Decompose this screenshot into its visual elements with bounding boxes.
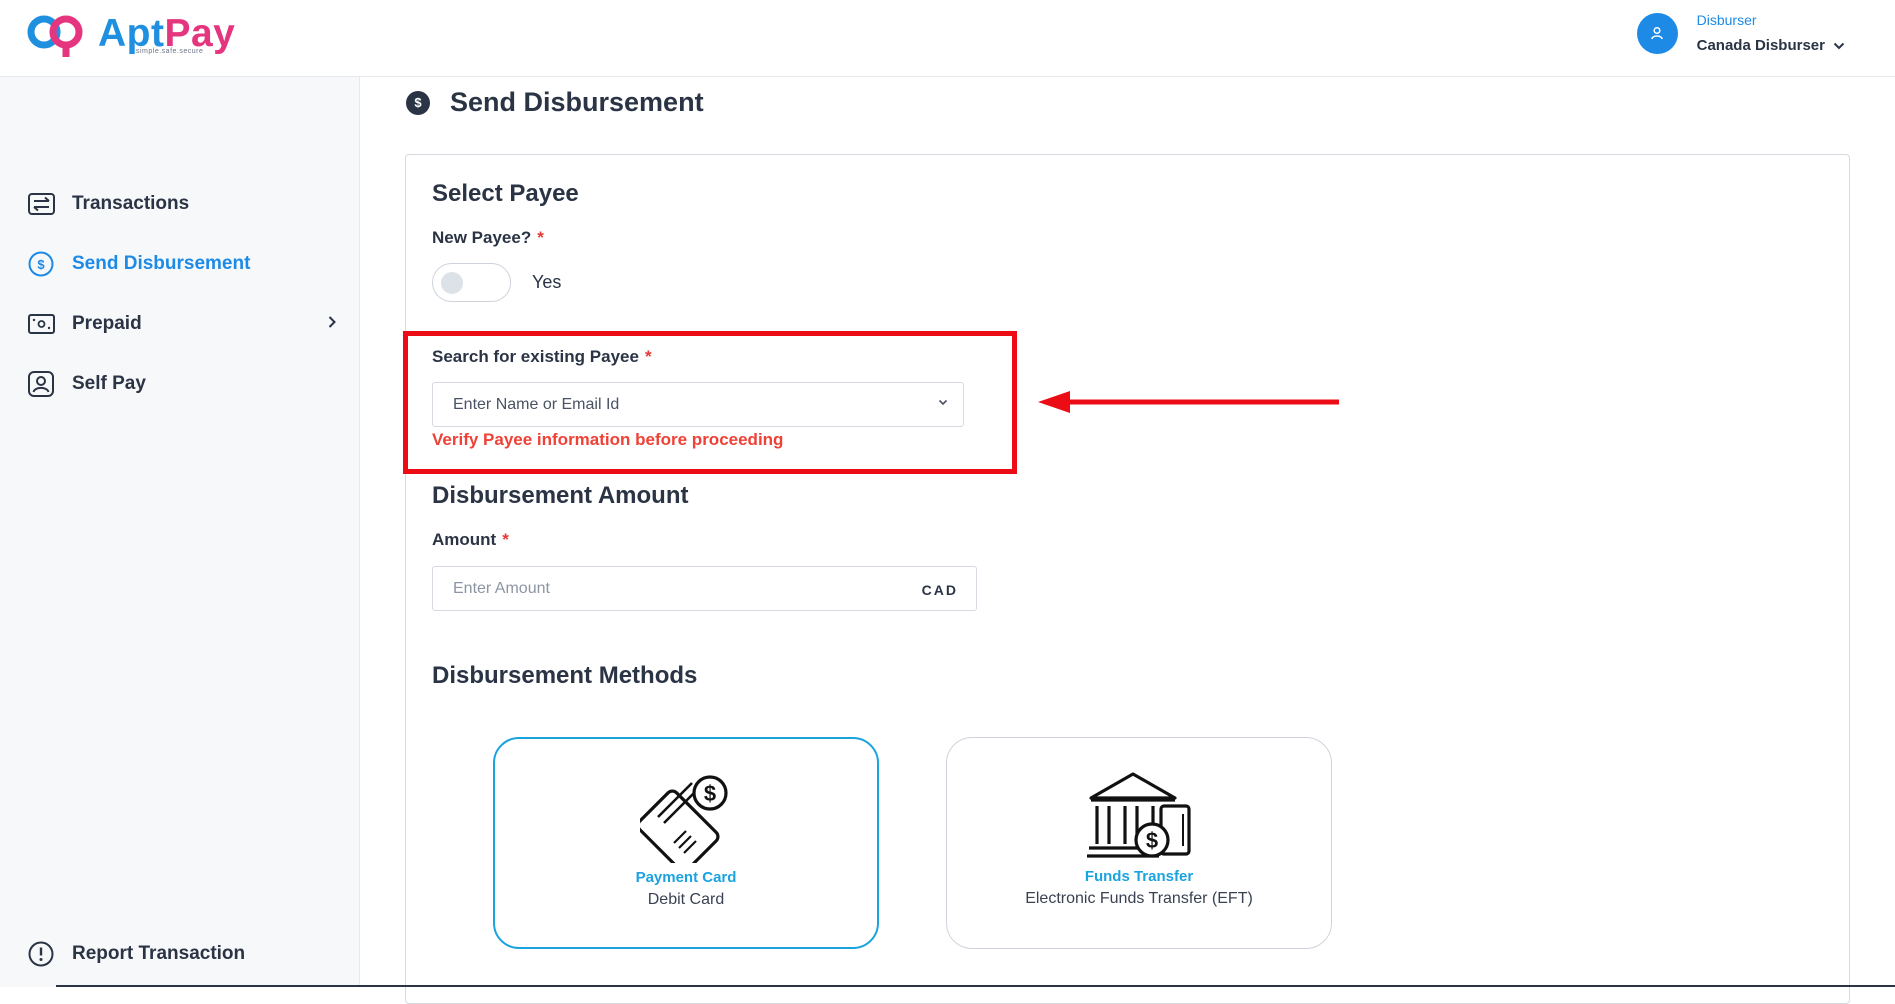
user-icon: [1651, 26, 1663, 40]
payment-card-icon: $: [640, 775, 728, 863]
required-marker: *: [537, 228, 544, 247]
sidebar-item-label: Self Pay: [72, 373, 146, 394]
annotation-highlight-box: [403, 331, 1017, 474]
method-subtitle: Electronic Funds Transfer (EFT): [1025, 890, 1253, 907]
svg-text:$: $: [37, 257, 45, 272]
sidebar-item-report-transaction[interactable]: Report Transaction: [27, 939, 337, 969]
user-name[interactable]: Canada Disburser: [1697, 37, 1825, 54]
sidebar-item-label: Prepaid: [72, 313, 142, 334]
chevron-down-icon[interactable]: [1833, 42, 1845, 50]
method-title: Funds Transfer: [1084, 868, 1194, 885]
user-badge-icon: [27, 370, 55, 398]
transfer-arrows-icon: [27, 190, 55, 218]
sidebar-item-send-disbursement[interactable]: $ Send Disbursement: [27, 249, 337, 279]
currency-label: CAD: [921, 582, 958, 598]
amount-placeholder: Enter Amount: [453, 580, 550, 597]
method-funds-transfer[interactable]: $ Funds Transfer Electronic Funds Transf…: [946, 737, 1332, 949]
top-bar: AptPay simple.safe.secure Disburser Cana…: [0, 0, 1895, 77]
sidebar-item-label: Transactions: [72, 193, 190, 214]
sidebar-item-self-pay[interactable]: Self Pay: [27, 369, 337, 399]
user-role: Disburser: [1696, 12, 1757, 28]
sidebar-item-transactions[interactable]: Transactions: [27, 189, 337, 219]
new-payee-toggle[interactable]: [432, 263, 511, 302]
aptpay-logo-mark-icon: [27, 15, 83, 57]
page-title: Send Disbursement: [450, 87, 704, 117]
bank-transfer-icon: $: [1087, 772, 1191, 858]
amount-label: Amount *: [432, 530, 509, 549]
cash-icon: [27, 310, 55, 338]
disbursement-methods-heading: Disbursement Methods: [432, 662, 698, 689]
logo-tagline: simple.safe.secure: [136, 48, 204, 55]
sidebar-item-label: Send Disbursement: [72, 253, 251, 274]
method-title: Payment Card: [635, 869, 737, 886]
avatar[interactable]: [1636, 12, 1678, 54]
dollar-badge-icon: $: [406, 90, 430, 115]
annotation-arrow-icon: [1038, 391, 1339, 413]
method-payment-card[interactable]: $ Payment Card Debit Card: [493, 737, 879, 949]
svg-text:$: $: [704, 781, 716, 806]
dollar-circle-icon: $: [27, 250, 55, 278]
amount-input[interactable]: Enter Amount CAD: [432, 566, 977, 611]
chevron-right-icon[interactable]: [327, 315, 337, 334]
alert-circle-icon: [27, 940, 55, 968]
sidebar-item-label: Report Transaction: [72, 943, 246, 964]
disbursement-amount-heading: Disbursement Amount: [432, 482, 689, 509]
toggle-knob: [441, 272, 463, 294]
new-payee-label: New Payee? *: [432, 228, 544, 247]
required-marker: *: [502, 530, 509, 549]
page-header: $ Send Disbursement: [406, 87, 704, 118]
select-payee-heading: Select Payee: [432, 180, 579, 207]
sidebar-item-prepaid[interactable]: Prepaid: [27, 309, 337, 339]
aptpay-logo[interactable]: AptPay simple.safe.secure: [26, 14, 235, 58]
svg-text:$: $: [1146, 828, 1158, 853]
method-subtitle: Debit Card: [647, 891, 725, 908]
toggle-label: Yes: [532, 272, 562, 292]
sidebar: Transactions $ Send Disbursement Prepaid…: [0, 77, 360, 987]
user-menu[interactable]: Disburser Canada Disburser: [1636, 12, 1845, 54]
